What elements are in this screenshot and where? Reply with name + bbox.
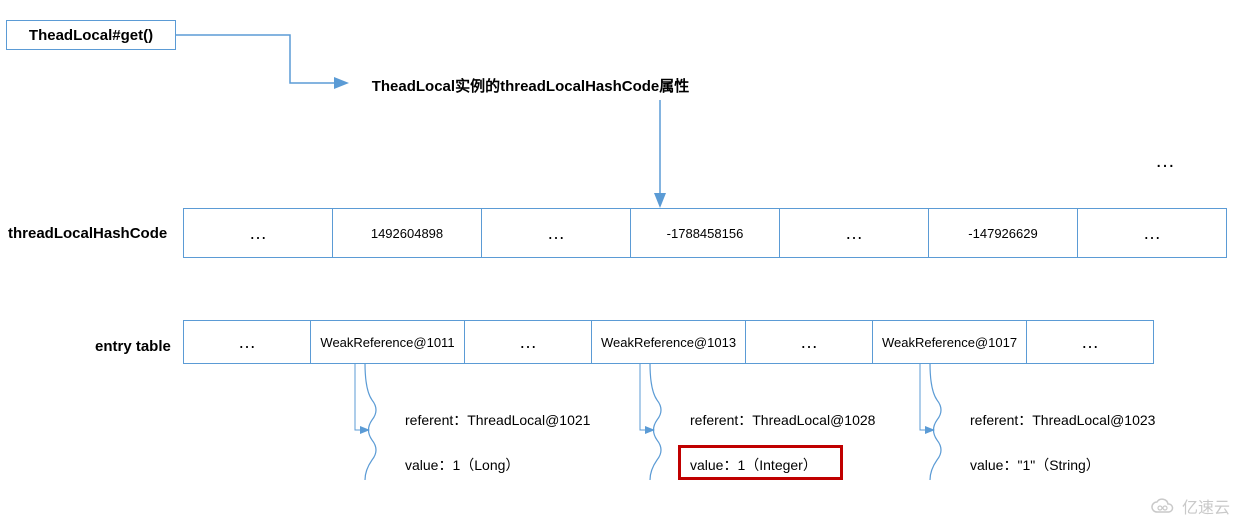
hash-cell-2: … [481, 208, 631, 258]
watermark-text: 亿速云 [1182, 494, 1230, 518]
highlight-box [678, 445, 843, 480]
detail-2-value: value："1"（String） [970, 455, 1100, 475]
ellipsis-floating: … [1155, 150, 1175, 173]
hash-cell-6: … [1077, 208, 1227, 258]
hash-property-text: TheadLocal实例的threadLocalHashCode属性 [372, 75, 690, 96]
hash-property-box: TheadLocal实例的threadLocalHashCode属性 [348, 70, 713, 100]
threadlocal-get-box: TheadLocal#get() [6, 20, 176, 50]
hash-cell-0: … [183, 208, 333, 258]
detail-1-referent: referent：ThreadLocal@1028 [690, 410, 875, 430]
entry-cell-5: WeakReference@1017 [872, 320, 1027, 364]
hash-cell-1: 1492604898 [332, 208, 482, 258]
entry-cell-1: WeakReference@1011 [310, 320, 465, 364]
cloud-icon [1150, 497, 1176, 515]
hash-cell-4: … [779, 208, 929, 258]
detail-0-referent: referent：ThreadLocal@1021 [405, 410, 590, 430]
entry-row-label: entry table [95, 338, 171, 355]
detail-2-referent: referent：ThreadLocal@1023 [970, 410, 1155, 430]
entry-cell-3: WeakReference@1013 [591, 320, 746, 364]
watermark: 亿速云 [1150, 494, 1230, 518]
entry-cell-0: … [183, 320, 311, 364]
hash-row-label: threadLocalHashCode [8, 225, 167, 242]
entry-cell-6: … [1026, 320, 1154, 364]
entry-cell-2: … [464, 320, 592, 364]
hash-cell-3: -1788458156 [630, 208, 780, 258]
detail-0-value: value：1（Long） [405, 455, 519, 475]
entry-cell-4: … [745, 320, 873, 364]
hash-cell-5: -147926629 [928, 208, 1078, 258]
threadlocal-get-text: TheadLocal#get() [29, 27, 153, 44]
diagram-canvas: TheadLocal#get() TheadLocal实例的threadLoca… [0, 0, 1240, 528]
